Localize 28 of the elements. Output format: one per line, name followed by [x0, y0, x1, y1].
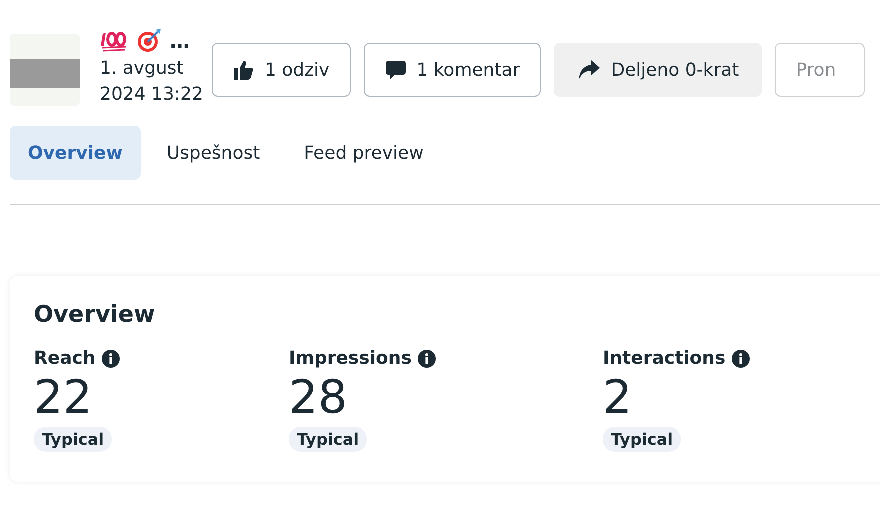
- post-time: 2024 13:22: [100, 83, 204, 107]
- info-icon[interactable]: [102, 350, 120, 368]
- metric-label: Impressions: [289, 348, 412, 369]
- metric-value: 2: [603, 369, 632, 425]
- target-icon: [136, 28, 162, 54]
- photo-placeholder: [10, 34, 80, 106]
- metric-value: 22: [34, 369, 93, 425]
- thumbs-up-icon: [233, 59, 255, 81]
- info-icon[interactable]: [732, 350, 750, 368]
- speech-bubble-icon: [384, 59, 407, 81]
- metric-value: 28: [289, 369, 348, 425]
- metric-label: Interactions: [603, 348, 726, 369]
- tab[interactable]: Overview: [10, 126, 141, 180]
- section-title: Overview: [34, 302, 156, 328]
- like-button[interactable]: 1 odziv: [212, 43, 351, 97]
- comment-button[interactable]: 1 komentar: [364, 43, 542, 97]
- status-badge: Typical: [289, 427, 368, 452]
- status-badge: Typical: [34, 427, 112, 452]
- info-icon[interactable]: [418, 350, 436, 368]
- tab[interactable]: Feed preview: [286, 126, 442, 180]
- share-arrow-icon: [577, 59, 602, 81]
- post-date: 1. avgust: [100, 57, 185, 81]
- metric-label: Reach: [34, 348, 96, 369]
- status-badge: Typical: [603, 427, 682, 452]
- tab[interactable]: Uspešnost: [148, 126, 278, 180]
- share-button[interactable]: Deljeno 0-krat: [554, 43, 762, 97]
- hundred-points-icon: [100, 30, 128, 52]
- more-options[interactable]: …: [170, 31, 190, 51]
